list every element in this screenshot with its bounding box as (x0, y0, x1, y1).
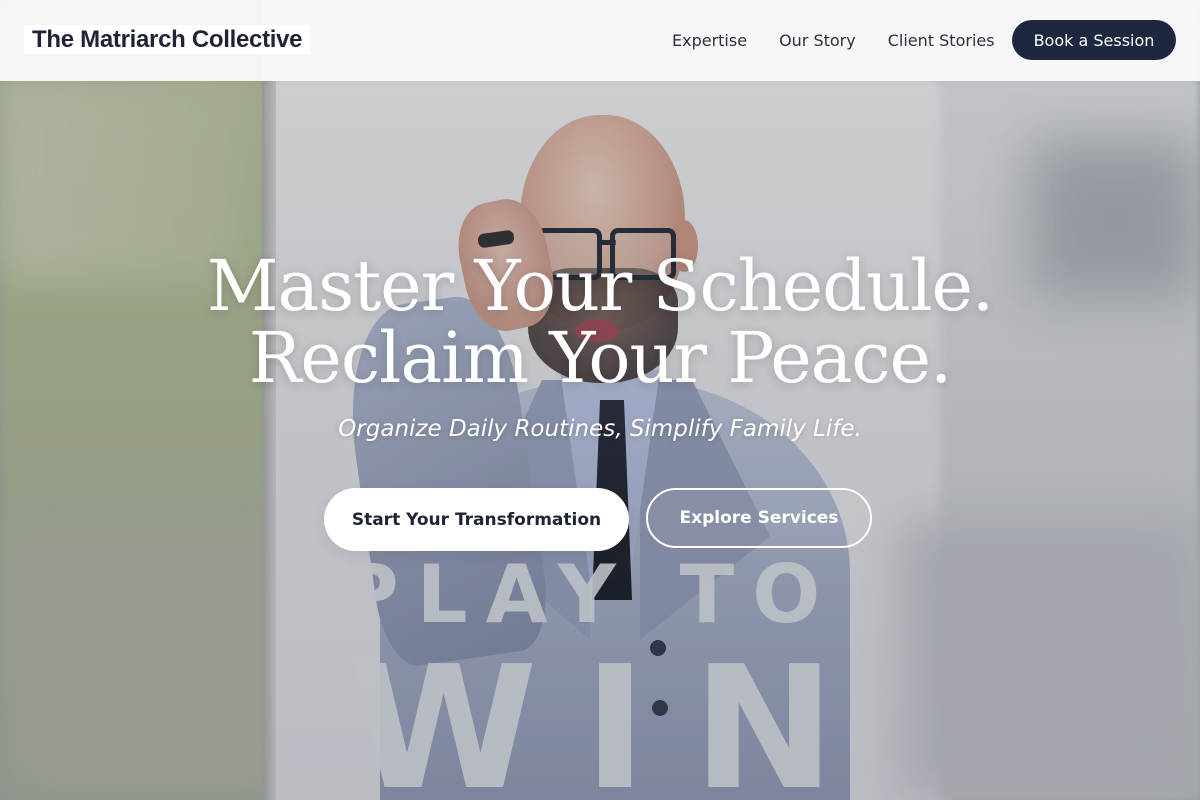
start-transformation-button[interactable]: Start Your Transformation (324, 488, 629, 551)
nav-link-expertise[interactable]: Expertise (672, 31, 747, 50)
brand-logo[interactable]: The Matriarch Collective (24, 25, 311, 54)
page: PLAY TO WIN The Matriarch Collective Exp… (0, 0, 1200, 800)
hero-title-line2: Reclaim Your Peace. (248, 317, 953, 399)
book-session-button[interactable]: Book a Session (1012, 20, 1176, 60)
explore-services-button[interactable]: Explore Services (646, 488, 872, 548)
nav-link-our-story[interactable]: Our Story (779, 31, 856, 50)
hero-title-line1: Master Your Schedule. (206, 245, 994, 327)
nav-link-client-stories[interactable]: Client Stories (888, 31, 995, 50)
hero-overlay (0, 0, 1200, 800)
hero-subtitle: Organize Daily Routines, Simplify Family… (338, 416, 862, 442)
hero-title: Master Your Schedule. Reclaim Your Peace… (0, 250, 1200, 394)
site-header: The Matriarch Collective Expertise Our S… (0, 0, 1200, 81)
main-nav: Expertise Our Story Client Stories (672, 0, 1027, 81)
